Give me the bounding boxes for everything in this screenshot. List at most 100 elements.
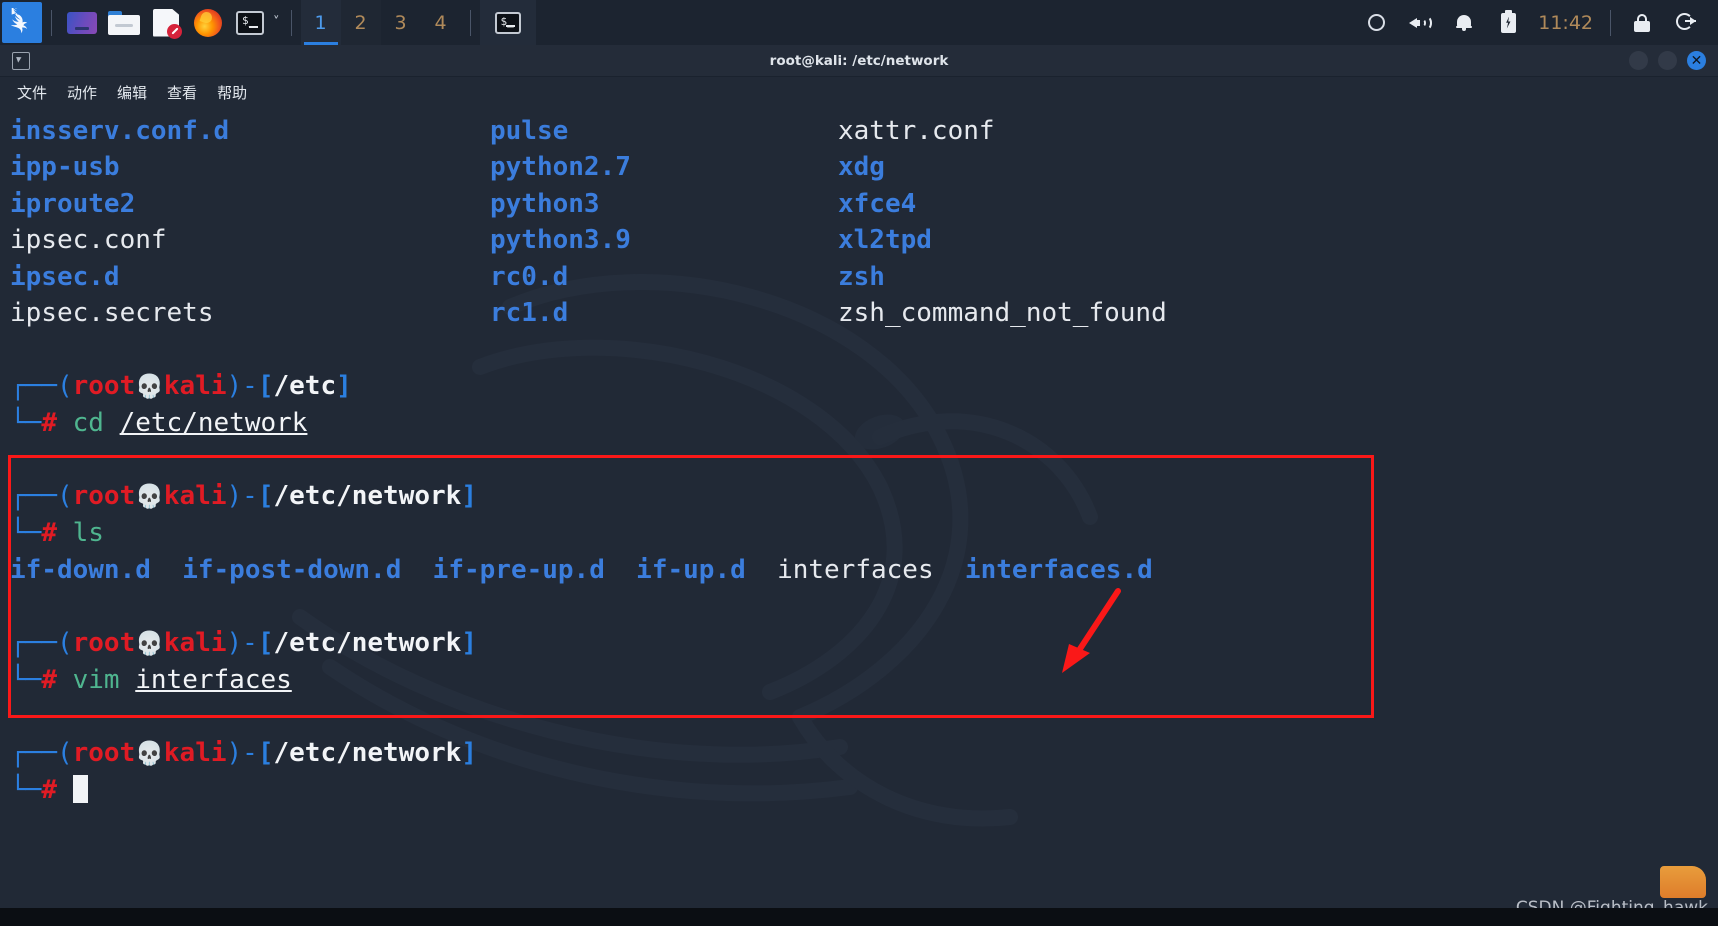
prompt-host: kali	[163, 627, 227, 658]
command-name: vim	[72, 664, 120, 695]
menu-item-actions[interactable]: 动作	[64, 80, 100, 105]
terminal-window: root@kali: /etc/network ✕ 文件 动作 编辑 查看 帮助	[0, 45, 1718, 926]
prompt-hash: #	[41, 408, 57, 439]
window-title: root@kali: /etc/network	[769, 52, 949, 69]
prompt-corner: ┌──	[10, 370, 57, 401]
ls-network-output: if-down.d if-post-down.d if-pre-up.d if-…	[10, 552, 1718, 588]
skull-icon: 💀	[135, 740, 164, 767]
prompt-host: kali	[163, 370, 227, 401]
volume-icon[interactable]	[1398, 0, 1442, 45]
prompt-user: root	[72, 627, 136, 658]
prompt-corner: ┌──	[10, 737, 57, 768]
chevron-down-icon[interactable]: ˅	[273, 15, 280, 30]
ls-entry: zsh_command_not_found	[838, 297, 1167, 328]
prompt-dash: -	[242, 370, 258, 401]
command-name: ls	[72, 518, 104, 549]
ls-entry: zsh	[838, 261, 885, 292]
prompt-corner: ┌──	[10, 480, 57, 511]
ls-entry: if-post-down.d	[182, 554, 402, 585]
panel-divider-3	[469, 9, 471, 36]
prompt-cwd: /etc/network	[273, 627, 462, 658]
panel-launchers: $_ ˅ 1 2 3 4 $_	[0, 0, 536, 45]
ls-output-row: ipsec.conf python3.9 xl2tpd	[10, 222, 1718, 258]
prompt-paren-open: (	[56, 737, 73, 768]
prompt-user: root	[72, 370, 136, 401]
menu-item-edit[interactable]: 编辑	[114, 80, 150, 105]
prompt-paren-close: )	[226, 627, 243, 658]
prompt-cwd: /etc	[273, 370, 337, 401]
prompt-bracket-close: ]	[336, 370, 352, 401]
ls-entry: rc1.d	[490, 297, 569, 328]
panel-divider-4	[1610, 9, 1611, 36]
prompt-bracket-open: [	[257, 480, 274, 511]
prompt-bracket-open: [	[257, 370, 274, 401]
prompt-bracket-close: ]	[461, 737, 477, 768]
prompt-paren-close: )	[226, 480, 243, 511]
bottom-edge-strip	[0, 908, 1718, 926]
prompt-corner-bottom: └─	[10, 775, 42, 806]
file-manager-icon[interactable]	[103, 0, 145, 45]
terminal-body[interactable]: insserv.conf.d pulse xattr.conf ipp-usb …	[0, 107, 1718, 926]
loading-ring-icon[interactable]	[1354, 0, 1398, 45]
prompt-bracket-open: [	[257, 627, 274, 658]
notification-bell-icon[interactable]	[1442, 0, 1486, 45]
firefox-icon[interactable]	[187, 0, 229, 45]
prompt-user: root	[72, 480, 136, 511]
text-cursor	[72, 775, 88, 804]
lock-icon[interactable]	[1620, 0, 1664, 45]
prompt-corner: ┌──	[10, 627, 57, 658]
menu-item-file[interactable]: 文件	[14, 80, 50, 105]
window-titlebar[interactable]: root@kali: /etc/network ✕	[0, 45, 1718, 77]
ls-entry: ipsec.secrets	[10, 297, 214, 328]
command-line[interactable]: └─# cd /etc/network	[10, 405, 1718, 441]
skull-icon: 💀	[135, 630, 164, 657]
display-settings-icon[interactable]	[61, 0, 103, 45]
terminal-launcher-icon[interactable]: $_	[229, 0, 271, 45]
ls-entry: python3.9	[490, 225, 631, 256]
prompt-bracket-open: [	[257, 737, 274, 768]
ls-output-row: ipsec.d rc0.d zsh	[10, 259, 1718, 295]
prompt-corner-bottom: └─	[10, 518, 42, 549]
menu-item-view[interactable]: 查看	[164, 80, 200, 105]
terminal-content: insserv.conf.d pulse xattr.conf ipp-usb …	[10, 113, 1718, 809]
workspace-switcher: 1 2 3 4	[300, 0, 461, 45]
prompt-cwd: /etc/network	[273, 737, 462, 768]
ls-entry: ipp-usb	[10, 152, 120, 183]
panel-divider-2	[290, 9, 292, 36]
ls-entry: xattr.conf	[838, 116, 995, 146]
menu-item-help[interactable]: 帮助	[214, 80, 250, 105]
logout-icon[interactable]	[1664, 0, 1708, 45]
workspace-3[interactable]: 3	[381, 0, 421, 45]
prompt-dash: -	[242, 737, 258, 768]
workspace-1[interactable]: 1	[300, 0, 341, 45]
ls-entry: xdg	[838, 152, 885, 183]
active-command-line[interactable]: └─#	[10, 772, 1718, 808]
taskbar-terminal-window[interactable]: $_	[479, 0, 536, 45]
battery-charging-icon[interactable]	[1486, 0, 1530, 45]
ls-entry: iproute2	[10, 188, 136, 219]
ls-entry: if-up.d	[636, 554, 746, 585]
command-arg: /etc/network	[119, 408, 308, 439]
text-editor-icon[interactable]	[145, 0, 187, 45]
kali-menu-icon[interactable]	[2, 2, 42, 43]
ls-entry: python3	[490, 188, 600, 219]
command-line[interactable]: └─# vim interfaces	[10, 662, 1718, 698]
prompt-bracket-close: ]	[461, 480, 477, 511]
command-line[interactable]: └─# ls	[10, 515, 1718, 551]
prompt-line: ┌──(root💀kali)-[/etc]	[10, 368, 1718, 405]
prompt-paren-close: )	[226, 370, 243, 401]
top-panel: $_ ˅ 1 2 3 4 $_ 11:42	[0, 0, 1718, 45]
ls-output-row: ipsec.secrets rc1.d zsh_command_not_foun…	[10, 295, 1718, 331]
command-name: cd	[72, 408, 104, 439]
prompt-hash: #	[41, 775, 57, 806]
ls-entry: interfaces.d	[964, 554, 1153, 585]
ls-entry: ipsec.d	[10, 261, 120, 292]
workspace-2[interactable]: 2	[340, 0, 381, 45]
prompt-line: ┌──(root💀kali)-[/etc/network]	[10, 478, 1718, 515]
clock[interactable]: 11:42	[1530, 12, 1601, 34]
workspace-4[interactable]: 4	[421, 0, 461, 45]
ls-entry: xfce4	[838, 188, 917, 219]
